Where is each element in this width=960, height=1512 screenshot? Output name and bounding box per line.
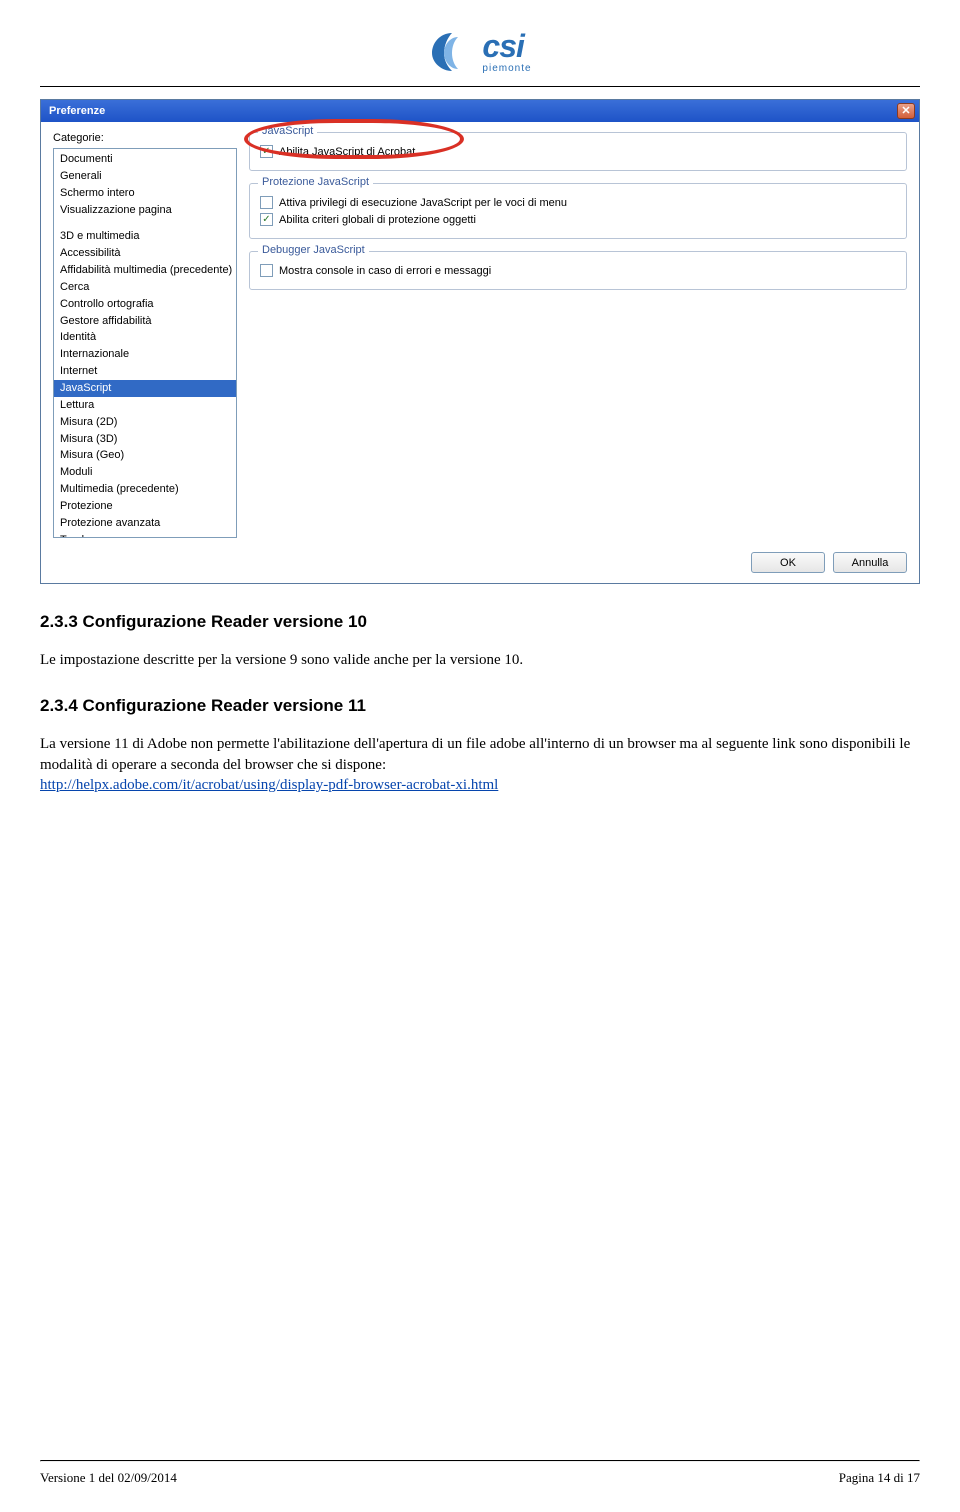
checkbox-enable-js-label: Abilita JavaScript di Acrobat	[279, 146, 415, 158]
category-item[interactable]: Affidabilità multimedia (precedente)	[54, 262, 236, 279]
logo-icon	[428, 31, 476, 73]
header-separator	[40, 86, 920, 87]
category-item[interactable]: Misura (3D)	[54, 431, 236, 448]
category-item[interactable]: Controllo ortografia	[54, 296, 236, 313]
category-item[interactable]: Schermo intero	[54, 185, 236, 202]
category-item[interactable]: Protezione	[54, 498, 236, 515]
cancel-button[interactable]: Annulla	[833, 552, 907, 573]
category-item[interactable]: Misura (2D)	[54, 414, 236, 431]
category-item[interactable]: Gestore affidabilità	[54, 313, 236, 330]
section-body-233: Le impostazione descritte per la version…	[40, 650, 920, 670]
category-item[interactable]: Generali	[54, 168, 236, 185]
checkbox-global-criteria-label: Abilita criteri globali di protezione og…	[279, 214, 476, 226]
checkbox-enable-js[interactable]: ✓	[260, 145, 273, 158]
category-item[interactable]: 3D e multimedia	[54, 228, 236, 245]
category-item[interactable]: Moduli	[54, 464, 236, 481]
preferences-dialog: Preferenze ✕ Categorie: DocumentiGeneral…	[40, 99, 920, 584]
helpx-link[interactable]: http://helpx.adobe.com/it/acrobat/using/…	[40, 777, 498, 793]
checkbox-show-console[interactable]	[260, 264, 273, 277]
section-body-234: La versione 11 di Adobe non permette l'a…	[40, 734, 920, 795]
category-item[interactable]: Internet	[54, 363, 236, 380]
close-icon[interactable]: ✕	[897, 103, 915, 119]
checkbox-menu-privileges[interactable]	[260, 196, 273, 209]
checkbox-show-console-label: Mostra console in caso di errori e messa…	[279, 265, 491, 277]
category-item[interactable]: Visualizzazione pagina	[54, 202, 236, 219]
category-item[interactable]: Documenti	[54, 151, 236, 168]
category-item[interactable]: Identità	[54, 329, 236, 346]
category-item[interactable]: Tracker	[54, 532, 236, 538]
logo-brand-text: csi	[482, 30, 523, 62]
category-item[interactable]: Internazionale	[54, 346, 236, 363]
category-item[interactable]: Lettura	[54, 397, 236, 414]
category-item[interactable]: JavaScript	[54, 380, 236, 397]
category-item[interactable]: Cerca	[54, 279, 236, 296]
category-item[interactable]: Accessibilità	[54, 245, 236, 262]
footer-separator	[40, 1460, 920, 1462]
dialog-titlebar: Preferenze ✕	[41, 100, 919, 122]
section-heading-234: 2.3.4 Configurazione Reader versione 11	[40, 696, 920, 716]
category-item[interactable]: Misura (Geo)	[54, 447, 236, 464]
dialog-title-text: Preferenze	[49, 105, 105, 117]
logo-subbrand-text: piemonte	[482, 64, 531, 74]
fieldset-javascript-legend: JavaScript	[258, 125, 317, 137]
categories-listbox[interactable]: DocumentiGeneraliSchermo interoVisualizz…	[53, 148, 237, 538]
footer-version: Versione 1 del 02/09/2014	[40, 1470, 177, 1486]
footer-page-number: Pagina 14 di 17	[839, 1470, 920, 1486]
section-heading-233: 2.3.3 Configurazione Reader versione 10	[40, 612, 920, 632]
checkbox-global-criteria[interactable]: ✓	[260, 213, 273, 226]
ok-button[interactable]: OK	[751, 552, 825, 573]
category-item[interactable]: Multimedia (precedente)	[54, 481, 236, 498]
fieldset-protection-legend: Protezione JavaScript	[258, 176, 373, 188]
brand-logo: csi piemonte	[40, 30, 920, 76]
categories-label: Categorie:	[53, 132, 237, 144]
fieldset-debugger-legend: Debugger JavaScript	[258, 244, 369, 256]
checkbox-menu-privileges-label: Attiva privilegi di esecuzione JavaScrip…	[279, 197, 567, 209]
category-item[interactable]: Protezione avanzata	[54, 515, 236, 532]
